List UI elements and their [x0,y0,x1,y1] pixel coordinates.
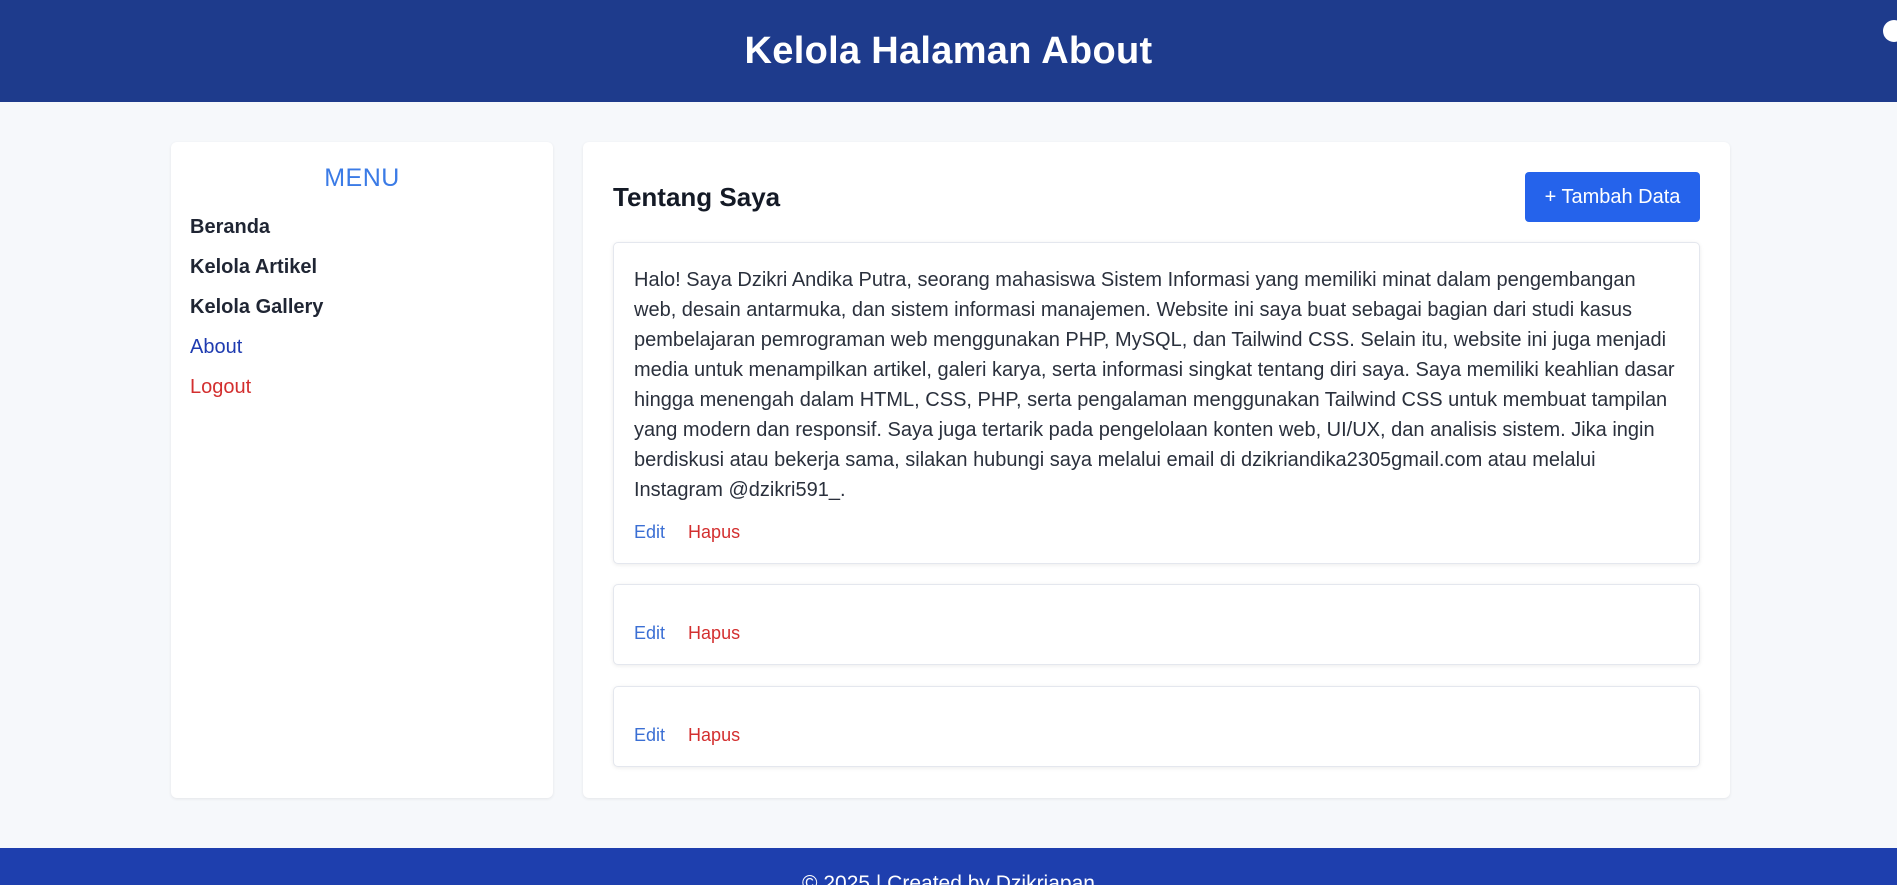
about-card: Halo! Saya Dzikri Andika Putra, seorang … [613,242,1700,564]
about-text: Halo! Saya Dzikri Andika Putra, seorang … [634,269,1675,501]
sidebar-nav: Beranda Kelola Artikel Kelola Gallery Ab… [190,207,534,407]
page-footer: © 2025 | Created by Dzikriapan [0,848,1897,885]
edit-link[interactable]: Edit [634,725,665,745]
sidebar-item-kelola-gallery[interactable]: Kelola Gallery [190,287,534,327]
add-data-button[interactable]: + Tambah Data [1525,172,1700,222]
edit-link[interactable]: Edit [634,522,665,542]
page-header: Kelola Halaman About [0,0,1897,102]
delete-link[interactable]: Hapus [688,623,740,643]
about-card: Edit Hapus [613,686,1700,767]
sidebar: MENU Beranda Kelola Artikel Kelola Galle… [171,142,553,798]
sidebar-item-beranda[interactable]: Beranda [190,207,534,247]
sidebar-item-about[interactable]: About [190,327,534,367]
main-panel: Tentang Saya + Tambah Data Halo! Saya Dz… [583,142,1730,798]
page-title: Kelola Halaman About [744,29,1153,72]
card-actions: Edit Hapus [634,623,740,644]
section-title: Tentang Saya [613,182,781,212]
about-card: Edit Hapus [613,584,1700,665]
delete-link[interactable]: Hapus [688,725,740,745]
menu-title: MENU [324,164,400,192]
delete-link[interactable]: Hapus [688,522,740,542]
card-actions: Edit Hapus [634,522,740,543]
card-actions: Edit Hapus [634,725,740,746]
edit-link[interactable]: Edit [634,623,665,643]
sidebar-item-logout[interactable]: Logout [190,367,534,407]
user-avatar-dot[interactable] [1883,20,1897,42]
footer-text: © 2025 | Created by Dzikriapan [802,872,1095,885]
sidebar-item-kelola-artikel[interactable]: Kelola Artikel [190,247,534,287]
